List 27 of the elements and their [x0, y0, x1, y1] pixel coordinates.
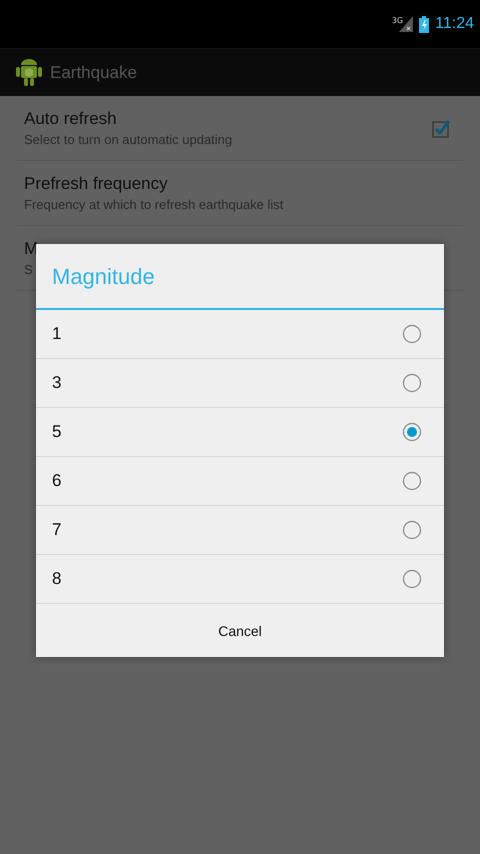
- clock: 11:24: [435, 15, 474, 33]
- option-item[interactable]: 3: [36, 359, 444, 408]
- network-label: 3G: [392, 16, 404, 25]
- radio-button[interactable]: [402, 520, 422, 540]
- option-item[interactable]: 1: [36, 310, 444, 359]
- option-label: 8: [52, 569, 62, 589]
- option-item[interactable]: 7: [36, 506, 444, 555]
- option-label: 7: [52, 520, 62, 540]
- radio-button[interactable]: [402, 471, 422, 491]
- option-label: 6: [52, 471, 62, 491]
- radio-button[interactable]: [402, 422, 422, 442]
- option-label: 5: [52, 422, 62, 442]
- preference-title: Auto refresh: [24, 109, 118, 129]
- radio-button[interactable]: [402, 324, 422, 344]
- preference-title: Prefresh frequency: [24, 174, 169, 194]
- dialog-title: Magnitude: [36, 244, 444, 310]
- android-icon: [16, 58, 42, 86]
- option-item[interactable]: 6: [36, 457, 444, 506]
- cancel-button[interactable]: Cancel: [36, 604, 444, 657]
- option-item[interactable]: 5: [36, 408, 444, 457]
- option-label: 1: [52, 324, 62, 344]
- app-title: Earthquake: [50, 62, 137, 82]
- radio-button[interactable]: [402, 373, 422, 393]
- checkbox[interactable]: [432, 118, 452, 138]
- option-label: 3: [52, 373, 62, 393]
- radio-button[interactable]: [402, 569, 422, 589]
- battery-icon: [419, 16, 430, 32]
